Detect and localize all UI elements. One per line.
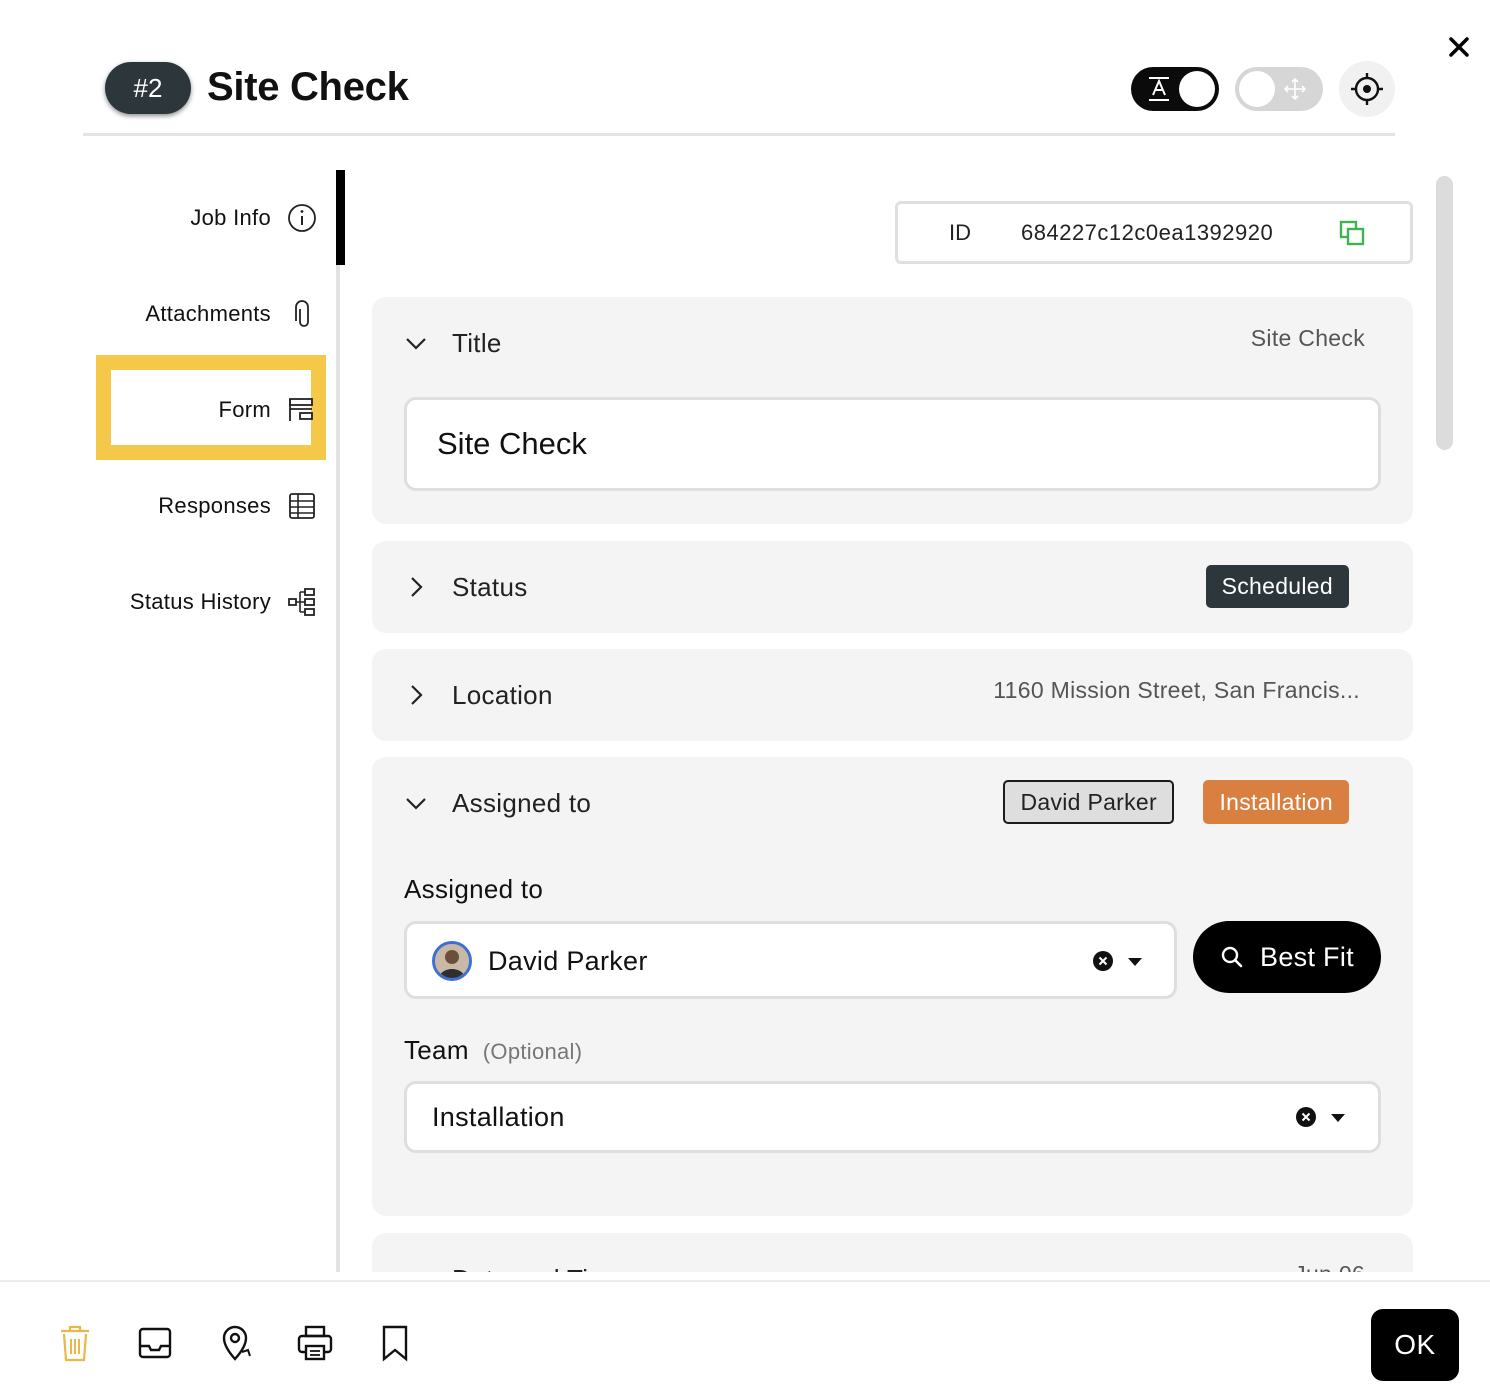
sidebar-item-job-info[interactable]: Job Info [190, 190, 317, 246]
job-details-panel: ID 684227c12c0ea1392920 Title Site Check… [372, 170, 1413, 1272]
team-optional-hint: (Optional) [482, 1039, 583, 1064]
bookmark-icon[interactable] [375, 1322, 415, 1364]
sidebar-active-indicator [336, 170, 345, 265]
sidebar-item-label: Status History [129, 589, 271, 614]
modal-footer: OK [0, 1280, 1490, 1394]
chevron-right-icon [411, 685, 423, 705]
sidebar-item-responses[interactable]: Responses [158, 478, 317, 534]
chevron-right-icon [411, 577, 423, 597]
text-mode-toggle[interactable] [1131, 67, 1219, 111]
assigned-section-label: Assigned to [452, 788, 592, 818]
chevron-down-icon[interactable] [1329, 1112, 1347, 1124]
datetime-summary: Jun 06 [1294, 1261, 1365, 1272]
team-label-text: Team [404, 1035, 469, 1065]
inbox-icon[interactable] [135, 1322, 175, 1364]
status-section-label: Status [452, 572, 528, 602]
ok-button[interactable]: OK [1371, 1309, 1459, 1381]
search-icon [1221, 946, 1243, 968]
table-icon [287, 491, 317, 521]
status-section-header[interactable]: Status Scheduled [372, 541, 1413, 633]
status-badge: Scheduled [1205, 565, 1349, 608]
assignee-value: David Parker [488, 946, 648, 976]
team-badge: Installation [1203, 780, 1349, 824]
location-section-header[interactable]: Location 1160 Mission Street, San Franci… [372, 649, 1413, 741]
sidebar-item-label: Responses [158, 493, 271, 518]
assignee-row: David Parker Best Fit [372, 921, 1413, 1001]
info-icon [287, 203, 317, 233]
crosshair-icon [1351, 73, 1383, 105]
locate-button[interactable] [1339, 61, 1395, 117]
team-select[interactable]: Installation [404, 1081, 1381, 1153]
team-value: Installation [432, 1102, 565, 1132]
datetime-section-label: Date and Ti [452, 1264, 588, 1272]
job-id-value: 684227c12c0ea1392920 [1021, 219, 1274, 245]
text-mode-icon [1149, 77, 1169, 101]
toggle-knob [1179, 71, 1215, 107]
form-icon [287, 395, 317, 425]
title-input[interactable]: Site Check [404, 397, 1381, 491]
move-arrows-icon [1283, 77, 1307, 101]
close-icon[interactable] [1440, 28, 1478, 66]
sidebar-rail [336, 170, 340, 1272]
datetime-section: Date and Ti Jun 06 [372, 1233, 1413, 1272]
map-pin-icon[interactable] [215, 1322, 255, 1364]
copy-icon[interactable] [1338, 219, 1366, 247]
modal-header: #2 Site Check [83, 52, 1395, 136]
location-section-label: Location [452, 680, 553, 710]
title-summary: Site Check [1250, 325, 1365, 351]
chevron-down-icon[interactable] [1126, 956, 1144, 968]
job-id-label: ID [949, 219, 971, 245]
sidebar-item-status-history[interactable]: Status History [130, 574, 317, 630]
toggle-knob [1239, 71, 1275, 107]
trash-icon[interactable] [55, 1322, 95, 1364]
title-section: Title Site Check Site Check [372, 297, 1413, 524]
location-summary: 1160 Mission Street, San Francis... [993, 677, 1360, 703]
datetime-section-header[interactable]: Date and Ti Jun 06 [372, 1233, 1413, 1272]
move-mode-toggle[interactable] [1235, 67, 1323, 111]
sidebar-item-label: Attachments [145, 301, 271, 326]
hierarchy-icon [287, 587, 317, 617]
assigned-section-header[interactable]: Assigned to David Parker Installation [372, 757, 1413, 849]
best-fit-label: Best Fit [1260, 941, 1354, 972]
paperclip-icon [287, 299, 317, 329]
printer-icon[interactable] [295, 1322, 335, 1364]
status-section: Status Scheduled [372, 541, 1413, 633]
chevron-down-icon [406, 798, 426, 810]
location-section: Location 1160 Mission Street, San Franci… [372, 649, 1413, 741]
sidebar-item-form[interactable]: Form [218, 382, 317, 438]
sidebar-item-label: Job Info [190, 205, 271, 230]
sidebar-item-attachments[interactable]: Attachments [145, 286, 317, 342]
assignee-badge: David Parker [1003, 780, 1174, 824]
team-field-label: Team (Optional) [404, 1035, 582, 1066]
clear-icon[interactable] [1295, 1106, 1317, 1128]
sidebar-nav: Job Info Attachments Form Responses Stat… [80, 170, 345, 1272]
title-section-label: Title [452, 328, 502, 358]
assigned-field-label: Assigned to [404, 874, 544, 904]
job-id-field: ID 684227c12c0ea1392920 [895, 201, 1413, 264]
job-number-badge: #2 [105, 62, 191, 114]
best-fit-button[interactable]: Best Fit [1193, 921, 1381, 993]
assigned-section: Assigned to David Parker Installation As… [372, 757, 1413, 1216]
avatar [432, 941, 472, 981]
assignee-select[interactable]: David Parker [404, 921, 1177, 999]
title-section-header[interactable]: Title Site Check [372, 297, 1413, 389]
sidebar-item-label: Form [218, 397, 271, 422]
content-scrollbar[interactable] [1436, 176, 1453, 450]
page-title: Site Check [207, 65, 409, 109]
clear-icon[interactable] [1092, 950, 1114, 972]
chevron-down-icon [406, 338, 426, 350]
